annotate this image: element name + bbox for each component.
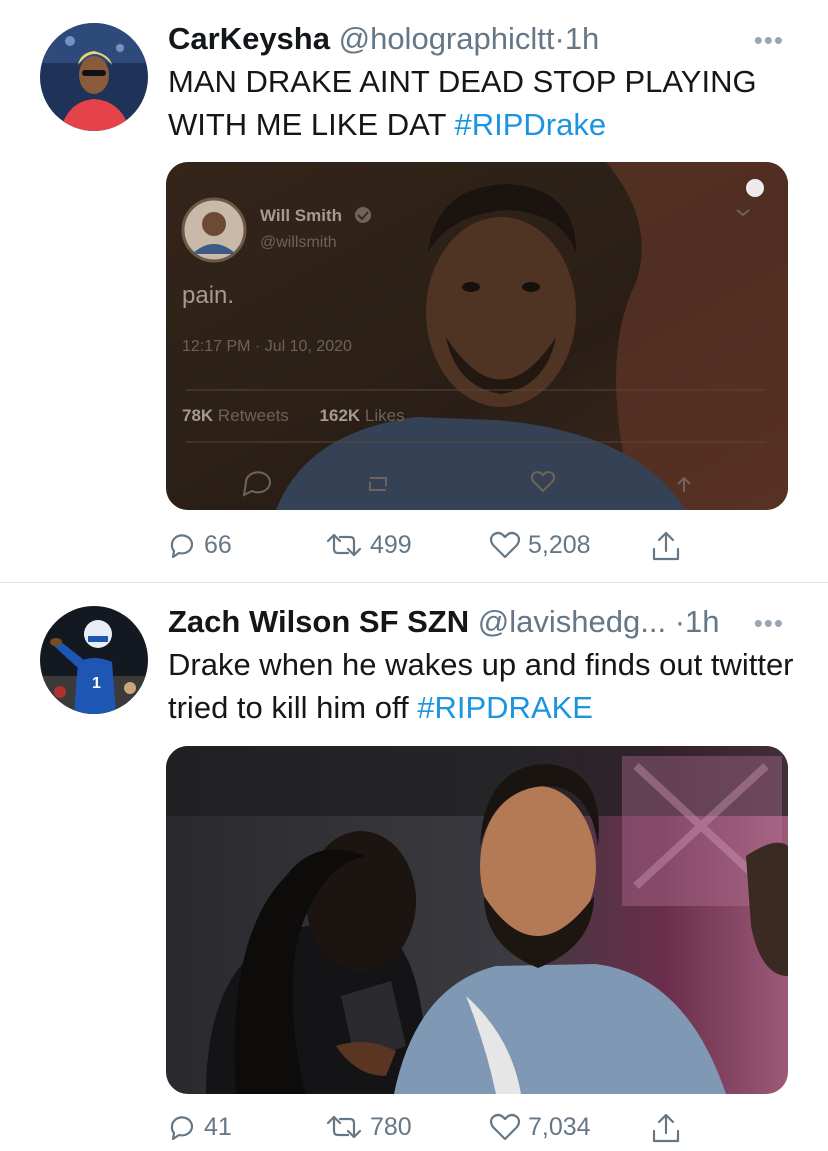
tweet-text: Drake when he wakes up and finds out twi… bbox=[168, 643, 798, 729]
embedded-time: 12:17 PM · Jul 10, 2020 bbox=[182, 338, 352, 355]
reply-button[interactable]: 41 bbox=[166, 1111, 232, 1143]
embedded-retweets-count: 78K bbox=[182, 406, 214, 425]
reply-icon bbox=[170, 534, 194, 559]
more-icon[interactable]: ••• bbox=[754, 27, 784, 53]
avatar[interactable] bbox=[40, 23, 148, 131]
tweet-1[interactable]: CarKeysha @holographicltt·1h ••• MAN DRA… bbox=[0, 0, 828, 580]
retweet-button[interactable]: 780 bbox=[324, 1111, 412, 1143]
share-button[interactable] bbox=[650, 529, 682, 563]
like-button[interactable]: 7,034 bbox=[488, 1111, 591, 1143]
tweet-media-image[interactable] bbox=[166, 746, 788, 1094]
embedded-likes-count: 162K bbox=[319, 406, 361, 425]
retweet-icon bbox=[326, 533, 362, 557]
retweet-count: 499 bbox=[370, 530, 412, 559]
handle[interactable]: @holographicltt bbox=[339, 21, 555, 56]
like-count: 7,034 bbox=[528, 1112, 591, 1141]
separator: · bbox=[674, 604, 686, 639]
like-count: 5,208 bbox=[528, 530, 591, 559]
tweet-text: MAN DRAKE AINT DEAD STOP PLAYING WITH ME… bbox=[168, 60, 798, 146]
tweet-header: CarKeysha @holographicltt·1h bbox=[168, 23, 798, 54]
handle[interactable]: @lavishedg... bbox=[478, 604, 666, 639]
more-icon[interactable]: ••• bbox=[754, 610, 784, 636]
embedded-handle: @willsmith bbox=[260, 234, 337, 251]
reply-count: 66 bbox=[204, 530, 232, 559]
like-button[interactable]: 5,208 bbox=[488, 529, 591, 561]
embedded-stats: 78K Retweets 162K Likes bbox=[182, 406, 405, 426]
embedded-retweets-label: Retweets bbox=[217, 406, 289, 425]
timestamp[interactable]: 1h bbox=[685, 604, 719, 639]
separator: · bbox=[554, 21, 565, 56]
hashtag-link[interactable]: #RIPDrake bbox=[455, 107, 607, 142]
tweet-actions: 66 499 5,208 bbox=[166, 529, 726, 569]
embedded-name: Will Smith bbox=[260, 206, 343, 225]
reply-button[interactable]: 66 bbox=[166, 529, 232, 561]
embedded-text: pain. bbox=[182, 282, 235, 309]
svg-text:1: 1 bbox=[92, 675, 101, 692]
reply-icon bbox=[170, 1116, 194, 1141]
display-name[interactable]: CarKeysha bbox=[168, 21, 330, 56]
like-icon bbox=[489, 1113, 521, 1141]
share-icon bbox=[652, 1113, 680, 1143]
avatar[interactable]: 1 bbox=[40, 606, 148, 714]
share-button[interactable] bbox=[650, 1111, 682, 1145]
reply-count: 41 bbox=[204, 1112, 232, 1141]
hashtag-link[interactable]: #RIPDRAKE bbox=[417, 690, 593, 725]
retweet-button[interactable]: 499 bbox=[324, 529, 412, 561]
share-icon bbox=[652, 531, 680, 561]
like-icon bbox=[489, 531, 521, 559]
timestamp[interactable]: 1h bbox=[565, 21, 599, 56]
tweet-2[interactable]: 1 Zach Wilson SF SZN @lavishedg... ·1h •… bbox=[0, 583, 828, 1143]
tweet-media-image[interactable]: Will Smith @willsmith pain. 12:17 PM · J… bbox=[166, 162, 788, 510]
tweet-header: Zach Wilson SF SZN @lavishedg... ·1h bbox=[168, 606, 798, 637]
embedded-likes-label: Likes bbox=[364, 406, 405, 425]
retweet-count: 780 bbox=[370, 1112, 412, 1141]
retweet-icon bbox=[326, 1115, 362, 1139]
tweet-actions: 41 780 7,034 bbox=[166, 1111, 726, 1151]
display-name[interactable]: Zach Wilson SF SZN bbox=[168, 604, 469, 639]
